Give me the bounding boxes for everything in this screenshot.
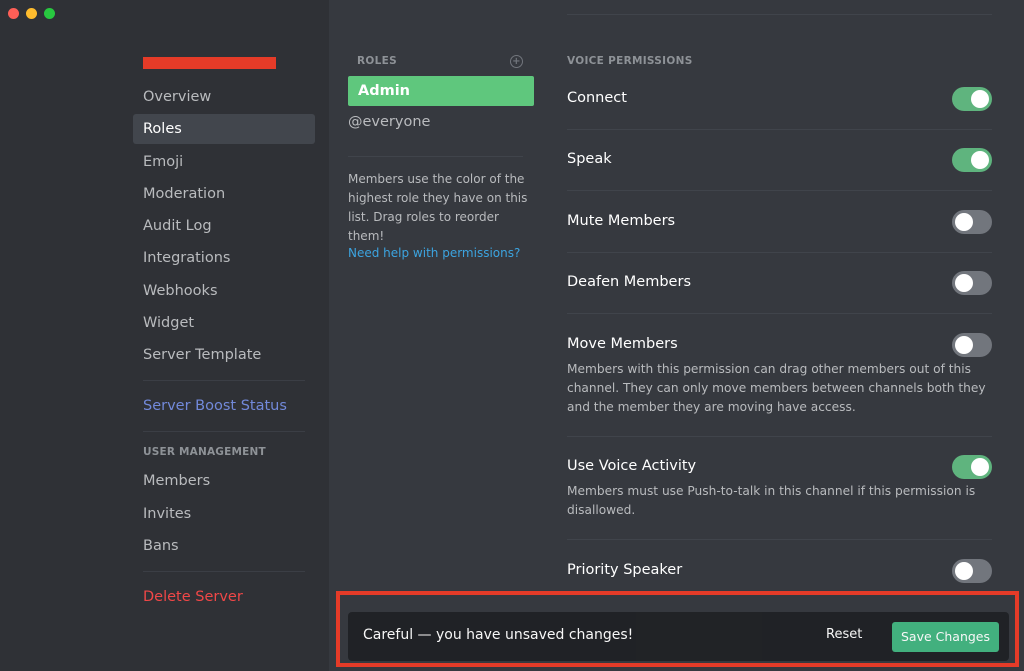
permission-title: Mute Members <box>567 213 676 229</box>
connect-toggle[interactable] <box>952 87 992 111</box>
user-management-header: USER MANAGEMENT <box>143 446 266 459</box>
roles-help-text: Members use the color of the highest rol… <box>348 172 528 243</box>
settings-sidebar: Overview Roles Emoji Moderation Audit Lo… <box>0 0 329 671</box>
mute-members-toggle[interactable] <box>952 210 992 234</box>
voice-permissions-header: VOICE PERMISSIONS <box>567 55 693 67</box>
permission-description: Members must use Push-to-talk in this ch… <box>567 484 976 517</box>
deafen-members-toggle[interactable] <box>952 271 992 295</box>
sidebar-item-moderation[interactable]: Moderation <box>133 179 315 209</box>
permission-title: Use Voice Activity <box>567 458 697 474</box>
permission-divider <box>567 129 992 130</box>
sidebar-nav: Overview Roles Emoji Moderation Audit Lo… <box>133 57 315 614</box>
toggle-knob <box>955 336 973 354</box>
sidebar-item-server-boost-status[interactable]: Server Boost Status <box>133 391 315 421</box>
permission-title: Deafen Members <box>567 274 691 290</box>
sidebar-item-server-template[interactable]: Server Template <box>133 340 315 370</box>
toggle-knob <box>971 458 989 476</box>
sidebar-item-delete-server[interactable]: Delete Server <box>133 582 315 612</box>
redacted-server-name <box>143 57 276 69</box>
sidebar-item-bans[interactable]: Bans <box>133 531 315 561</box>
sidebar-item-integrations[interactable]: Integrations <box>133 243 315 273</box>
sidebar-item-invites[interactable]: Invites <box>133 499 315 529</box>
sidebar-item-roles[interactable]: Roles <box>133 114 315 145</box>
permission-title: Connect <box>567 90 627 106</box>
sidebar-item-overview[interactable]: Overview <box>133 82 315 112</box>
permissions-top-divider <box>567 14 992 15</box>
priority-speaker-toggle[interactable] <box>952 559 992 583</box>
toggle-knob <box>955 562 973 580</box>
speak-toggle[interactable] <box>952 148 992 172</box>
permission-title: Priority Speaker <box>567 562 683 578</box>
close-window-icon[interactable] <box>8 8 19 19</box>
reset-button[interactable]: Reset <box>826 627 862 642</box>
toggle-knob <box>955 274 973 292</box>
permission-divider <box>567 190 992 191</box>
roles-header: ROLES + <box>357 55 534 71</box>
permissions-help-link[interactable]: Need help with permissions? <box>348 246 520 260</box>
save-changes-button[interactable]: Save Changes <box>892 622 999 652</box>
toggle-knob <box>971 90 989 108</box>
sidebar-item-emoji[interactable]: Emoji <box>133 147 315 177</box>
minimize-window-icon[interactable] <box>26 8 37 19</box>
sidebar-divider <box>143 570 305 572</box>
role-item-everyone[interactable]: @everyone <box>348 107 534 137</box>
roles-divider <box>348 156 523 157</box>
sidebar-divider <box>143 380 305 382</box>
toggle-knob <box>955 213 973 231</box>
move-members-toggle[interactable] <box>952 333 992 357</box>
window-controls <box>8 8 55 19</box>
plus-circle-icon[interactable]: + <box>510 55 523 68</box>
roles-column: ROLES + Admin @everyone Members use the … <box>348 0 534 671</box>
unsaved-changes-bar: Careful — you have unsaved changes! Rese… <box>348 612 1009 661</box>
permission-divider <box>567 436 992 437</box>
sidebar-item-members[interactable]: Members <box>133 466 315 496</box>
permission-description: Members with this permission can drag ot… <box>567 362 986 414</box>
toggle-knob <box>971 151 989 169</box>
sidebar-divider <box>143 431 305 433</box>
sidebar-item-audit-log[interactable]: Audit Log <box>133 211 315 241</box>
permission-divider <box>567 313 992 314</box>
permission-title: Speak <box>567 151 612 167</box>
permission-divider <box>567 252 992 253</box>
maximize-window-icon[interactable] <box>44 8 55 19</box>
role-item-admin[interactable]: Admin <box>348 76 534 106</box>
permission-title: Move Members <box>567 336 678 352</box>
permissions-column: VOICE PERMISSIONS Connect Speak Mute Mem… <box>567 0 992 671</box>
sidebar-item-widget[interactable]: Widget <box>133 308 315 338</box>
use-voice-activity-toggle[interactable] <box>952 455 992 479</box>
unsaved-changes-message: Careful — you have unsaved changes! <box>363 627 634 643</box>
permission-divider <box>567 539 992 540</box>
roles-header-label: ROLES <box>357 55 397 67</box>
sidebar-item-webhooks[interactable]: Webhooks <box>133 276 315 306</box>
